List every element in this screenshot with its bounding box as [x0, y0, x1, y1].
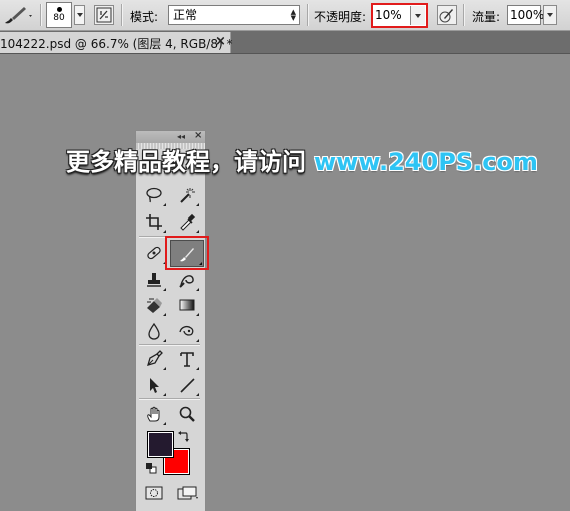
chevron-down-icon	[547, 13, 553, 17]
chevron-down-icon	[76, 13, 83, 17]
opacity-input[interactable]: 10%	[375, 7, 409, 24]
brush-tip-icon	[56, 7, 62, 12]
watermark-url: www.240PS.com	[314, 148, 538, 176]
cursor-arrow-icon	[150, 378, 159, 393]
zoom-tool[interactable]	[174, 402, 200, 426]
type-tool[interactable]	[174, 347, 200, 371]
blend-mode-value: 正常	[173, 8, 198, 22]
magnifier-icon	[179, 406, 195, 422]
opacity-label: 不透明度:	[314, 10, 367, 24]
flow-dropdown[interactable]	[543, 5, 557, 25]
eyedropper-icon	[180, 213, 196, 231]
document-title: 104222.psd @ 66.7% (图层 4, RGB/8) *	[0, 37, 233, 51]
eyedropper-tool[interactable]	[174, 210, 200, 234]
blend-mode-select[interactable]: 正常 ▲ ▼	[168, 5, 300, 25]
collapse-icon[interactable]: ◂◂	[177, 131, 185, 143]
clone-stamp-tool[interactable]	[141, 268, 167, 292]
divider	[139, 344, 200, 346]
brush-panel-icon	[96, 7, 112, 23]
brush-size-value: 80	[53, 13, 65, 23]
lasso-icon	[146, 187, 162, 203]
canvas-area[interactable]	[0, 54, 570, 511]
updown-arrow-icon: ▲ ▼	[290, 8, 296, 22]
water-drop-icon	[148, 322, 160, 340]
smudge-icon	[179, 325, 194, 336]
close-icon[interactable]: ×	[215, 34, 226, 49]
close-icon[interactable]: ×	[194, 130, 202, 142]
eraser-icon	[147, 298, 162, 313]
history-brush-tool[interactable]	[174, 268, 200, 292]
lasso-tool[interactable]	[141, 183, 167, 207]
separator	[307, 4, 309, 26]
brush-panel-toggle[interactable]	[94, 5, 114, 25]
options-bar: 80 模式: 正常 ▲ ▼ 不透明度: 10% 流量: 100%	[0, 0, 570, 31]
brush-size-preview[interactable]: 80	[46, 2, 72, 28]
gradient-tool[interactable]	[174, 293, 200, 317]
crop-icon	[146, 214, 162, 230]
mode-label: 模式:	[130, 10, 159, 24]
flow-label: 流量:	[472, 10, 501, 24]
foreground-color-swatch[interactable]	[147, 431, 174, 458]
watermark: 更多精品教程，请访问 www.240PS.com	[66, 148, 538, 176]
magic-wand-icon	[180, 188, 195, 203]
eraser-tool[interactable]	[141, 293, 167, 317]
pressure-opacity-toggle[interactable]	[437, 5, 457, 25]
divider	[139, 398, 200, 400]
crop-tool[interactable]	[141, 210, 167, 234]
history-brush-icon	[179, 275, 194, 288]
text-icon	[180, 352, 194, 367]
hand-icon	[147, 406, 160, 422]
pen-tool[interactable]	[141, 347, 167, 371]
quick-mask-icon[interactable]	[145, 486, 163, 500]
document-tab-bar: 104222.psd @ 66.7% (图层 4, RGB/8) * ×	[0, 31, 570, 54]
swap-colors-icon[interactable]	[178, 430, 190, 442]
brush-icon	[5, 7, 32, 24]
tool-preset-picker[interactable]	[2, 3, 36, 27]
active-tool-highlight	[165, 236, 209, 270]
default-colors-icon[interactable]	[145, 462, 157, 474]
line-icon	[180, 378, 195, 393]
opacity-control[interactable]: 10%	[371, 3, 428, 28]
opacity-dropdown[interactable]	[410, 6, 425, 25]
path-selection-tool[interactable]	[141, 373, 167, 397]
brush-preset-dropdown[interactable]	[74, 5, 85, 25]
line-tool[interactable]	[174, 373, 200, 397]
smudge-tool[interactable]	[174, 319, 200, 343]
healing-brush-tool[interactable]	[141, 241, 167, 265]
screen-mode-icon[interactable]	[177, 486, 199, 500]
flow-input[interactable]: 100%	[507, 5, 544, 25]
watermark-text: 更多精品教程，请访问	[66, 148, 306, 176]
stamp-icon	[147, 273, 161, 287]
separator	[463, 4, 465, 26]
pen-pressure-icon	[439, 9, 453, 23]
tools-panel-header[interactable]: ◂◂ ×	[136, 130, 205, 143]
pen-nib-icon	[147, 350, 163, 366]
blur-tool[interactable]	[141, 319, 167, 343]
magic-wand-tool[interactable]	[174, 183, 200, 207]
document-tab[interactable]: 104222.psd @ 66.7% (图层 4, RGB/8) * ×	[0, 32, 233, 53]
bandage-icon	[147, 246, 161, 260]
gradient-icon	[179, 299, 195, 311]
hand-tool[interactable]	[141, 402, 167, 426]
separator	[121, 4, 123, 26]
chevron-down-icon	[415, 14, 421, 18]
separator	[40, 4, 42, 26]
